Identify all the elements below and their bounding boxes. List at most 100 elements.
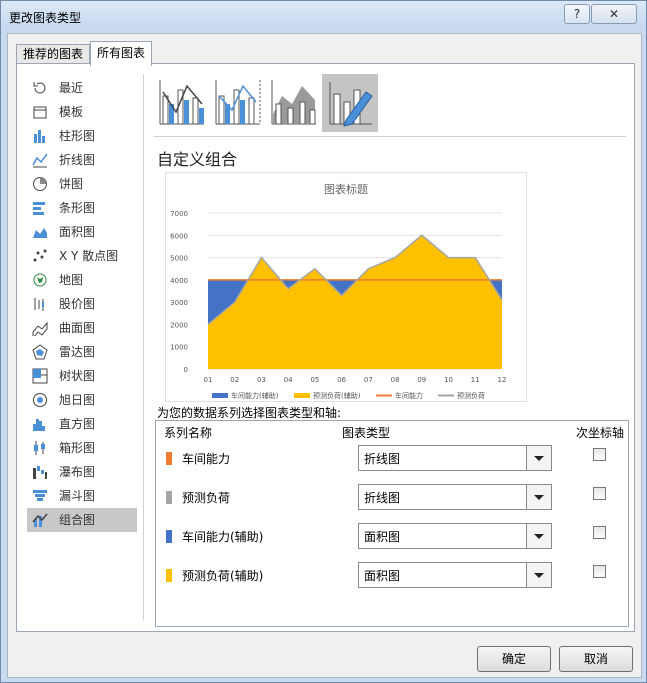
histogram-chart-icon bbox=[33, 419, 45, 431]
sidebar-item-waterfall-chart[interactable]: 瀑布图 bbox=[27, 460, 137, 484]
chart-type-value: 面积图 bbox=[364, 569, 401, 583]
header-secondary-axis: 次坐标轴 bbox=[576, 426, 625, 440]
help-button[interactable]: ? bbox=[564, 4, 590, 24]
sidebar-item-recent[interactable]: 最近 bbox=[27, 76, 137, 100]
sidebar-item-label: 曲面图 bbox=[59, 321, 96, 335]
sidebar-item-map-chart[interactable]: 地图 bbox=[27, 268, 137, 292]
legend-entry: 车间能力(辅助) bbox=[231, 391, 279, 400]
bar-chart-icon bbox=[33, 202, 45, 215]
series-prompt: 为您的数据系列选择图表类型和轴: bbox=[157, 406, 342, 420]
sidebar-item-label: 股价图 bbox=[59, 297, 96, 311]
chart-type-value: 折线图 bbox=[364, 491, 401, 505]
chart-type-dropdown[interactable]: 折线图 bbox=[358, 484, 552, 510]
sidebar-item-label: 模板 bbox=[59, 105, 84, 119]
pie-chart-icon bbox=[33, 177, 47, 191]
chart-type-dropdown[interactable]: 面积图 bbox=[358, 523, 552, 549]
dropdown-arrow-icon[interactable] bbox=[526, 524, 551, 548]
combo-chart-icon bbox=[32, 513, 48, 527]
sidebar-item-treemap-chart[interactable]: 树状图 bbox=[27, 364, 137, 388]
header-chart-type: 图表类型 bbox=[342, 426, 391, 440]
template-icon bbox=[33, 106, 47, 119]
x-tick-label: 10 bbox=[444, 376, 453, 384]
tab-all-charts[interactable]: 所有图表 bbox=[90, 41, 153, 66]
x-tick-label: 08 bbox=[391, 376, 400, 384]
x-tick-label: 07 bbox=[364, 376, 373, 384]
dialog-title: 更改图表类型 bbox=[9, 11, 82, 25]
sidebar-item-histogram-chart[interactable]: 直方图 bbox=[27, 412, 137, 436]
sidebar-item-stock-chart[interactable]: 股价图 bbox=[27, 292, 137, 316]
sidebar-item-box-whisker-chart[interactable]: 箱形图 bbox=[27, 436, 137, 460]
x-tick-label: 02 bbox=[230, 376, 239, 384]
change-chart-type-dialog: 更改图表类型 ? ✕ 推荐的图表 所有图表 最近 模板 柱形图 折线图 饼图 条形图 面积图… bbox=[0, 0, 647, 683]
sidebar-item-label: 瀑布图 bbox=[59, 465, 96, 479]
sidebar-item-label: 漏斗图 bbox=[59, 489, 96, 503]
sidebar-item-funnel-chart[interactable]: 漏斗图 bbox=[27, 484, 137, 508]
sidebar-item-label: 最近 bbox=[59, 81, 84, 95]
dropdown-arrow-icon[interactable] bbox=[526, 446, 551, 470]
secondary-axis-checkbox[interactable] bbox=[593, 448, 606, 461]
sidebar-item-radar-chart[interactable]: 雷达图 bbox=[27, 340, 137, 364]
sidebar-item-label: 直方图 bbox=[59, 417, 96, 431]
cancel-button[interactable]: 取消 bbox=[559, 646, 633, 672]
custom-combination-button[interactable] bbox=[322, 74, 378, 132]
series-row: 预测负荷 折线图 bbox=[156, 480, 628, 512]
y-tick-label: 2000 bbox=[170, 321, 188, 329]
sidebar-item-combo-chart[interactable]: 组合图 bbox=[27, 508, 137, 532]
divider bbox=[154, 136, 626, 137]
clustered-column-line-secondary-axis-button[interactable] bbox=[210, 74, 266, 132]
legend-swatch bbox=[212, 393, 228, 398]
sunburst-chart-icon bbox=[33, 393, 47, 407]
waterfall-chart-icon bbox=[33, 466, 47, 479]
sidebar-item-label: 条形图 bbox=[59, 201, 96, 215]
y-tick-label: 6000 bbox=[170, 232, 188, 240]
series-row: 车间能力 折线图 bbox=[156, 441, 628, 473]
funnel-chart-icon bbox=[33, 490, 47, 501]
dropdown-arrow-icon[interactable] bbox=[526, 485, 551, 509]
clustered-column-line-button[interactable] bbox=[154, 74, 210, 132]
stacked-area-clustered-column-button[interactable] bbox=[266, 74, 322, 132]
sidebar-item-sunburst-chart[interactable]: 旭日图 bbox=[27, 388, 137, 412]
dropdown-arrow-icon[interactable] bbox=[526, 563, 551, 587]
sidebar-item-label: 旭日图 bbox=[59, 393, 96, 407]
ok-button[interactable]: 确定 bbox=[477, 646, 551, 672]
dialog-body: 推荐的图表 所有图表 最近 模板 柱形图 折线图 饼图 条形图 面积图 X Y 散点图 地图 股价… bbox=[7, 33, 642, 678]
custom-combination-heading: 自定义组合 bbox=[157, 150, 238, 169]
sidebar-item-bar-chart[interactable]: 条形图 bbox=[27, 196, 137, 220]
custom-combo-pencil-icon bbox=[329, 82, 373, 127]
radar-chart-icon bbox=[32, 344, 48, 360]
sidebar-item-label: 组合图 bbox=[59, 513, 96, 527]
sidebar-item-surface-chart[interactable]: 曲面图 bbox=[27, 316, 137, 340]
box-whisker-chart-icon bbox=[34, 441, 45, 455]
series-color-swatch bbox=[166, 530, 172, 543]
line-chart-icon bbox=[32, 153, 48, 168]
header-series-name: 系列名称 bbox=[164, 426, 213, 440]
sidebar-item-pie-chart[interactable]: 饼图 bbox=[27, 172, 137, 196]
sidebar-item-column-chart[interactable]: 柱形图 bbox=[27, 124, 137, 148]
x-tick-label: 09 bbox=[417, 376, 426, 384]
series-name: 预测负荷 bbox=[182, 491, 231, 505]
chart-type-value: 面积图 bbox=[364, 530, 401, 544]
secondary-axis-checkbox[interactable] bbox=[593, 565, 606, 578]
sidebar-item-scatter-chart[interactable]: X Y 散点图 bbox=[27, 244, 137, 268]
tab-recommended-charts[interactable]: 推荐的图表 bbox=[16, 44, 91, 64]
sidebar-item-line-chart[interactable]: 折线图 bbox=[27, 148, 137, 172]
scatter-chart-icon bbox=[33, 249, 47, 262]
secondary-axis-checkbox[interactable] bbox=[593, 487, 606, 500]
secondary-axis-checkbox[interactable] bbox=[593, 526, 606, 539]
y-tick-label: 7000 bbox=[170, 210, 188, 218]
legend-entry: 预测负荷(辅助) bbox=[313, 391, 361, 400]
x-tick-label: 04 bbox=[284, 376, 293, 384]
sidebar-item-template[interactable]: 模板 bbox=[27, 100, 137, 124]
close-button[interactable]: ✕ bbox=[591, 4, 637, 24]
sidebar-item-label: 折线图 bbox=[59, 153, 96, 167]
divider bbox=[143, 74, 144, 620]
x-tick-label: 06 bbox=[337, 376, 346, 384]
column-chart-icon bbox=[34, 130, 45, 143]
chart-type-dropdown[interactable]: 面积图 bbox=[358, 562, 552, 588]
x-tick-label: 01 bbox=[204, 376, 213, 384]
area-column-combo-icon bbox=[271, 80, 316, 125]
x-tick-label: 03 bbox=[257, 376, 266, 384]
sidebar-item-area-chart[interactable]: 面积图 bbox=[27, 220, 137, 244]
recent-icon bbox=[33, 82, 46, 94]
chart-type-dropdown[interactable]: 折线图 bbox=[358, 445, 552, 471]
